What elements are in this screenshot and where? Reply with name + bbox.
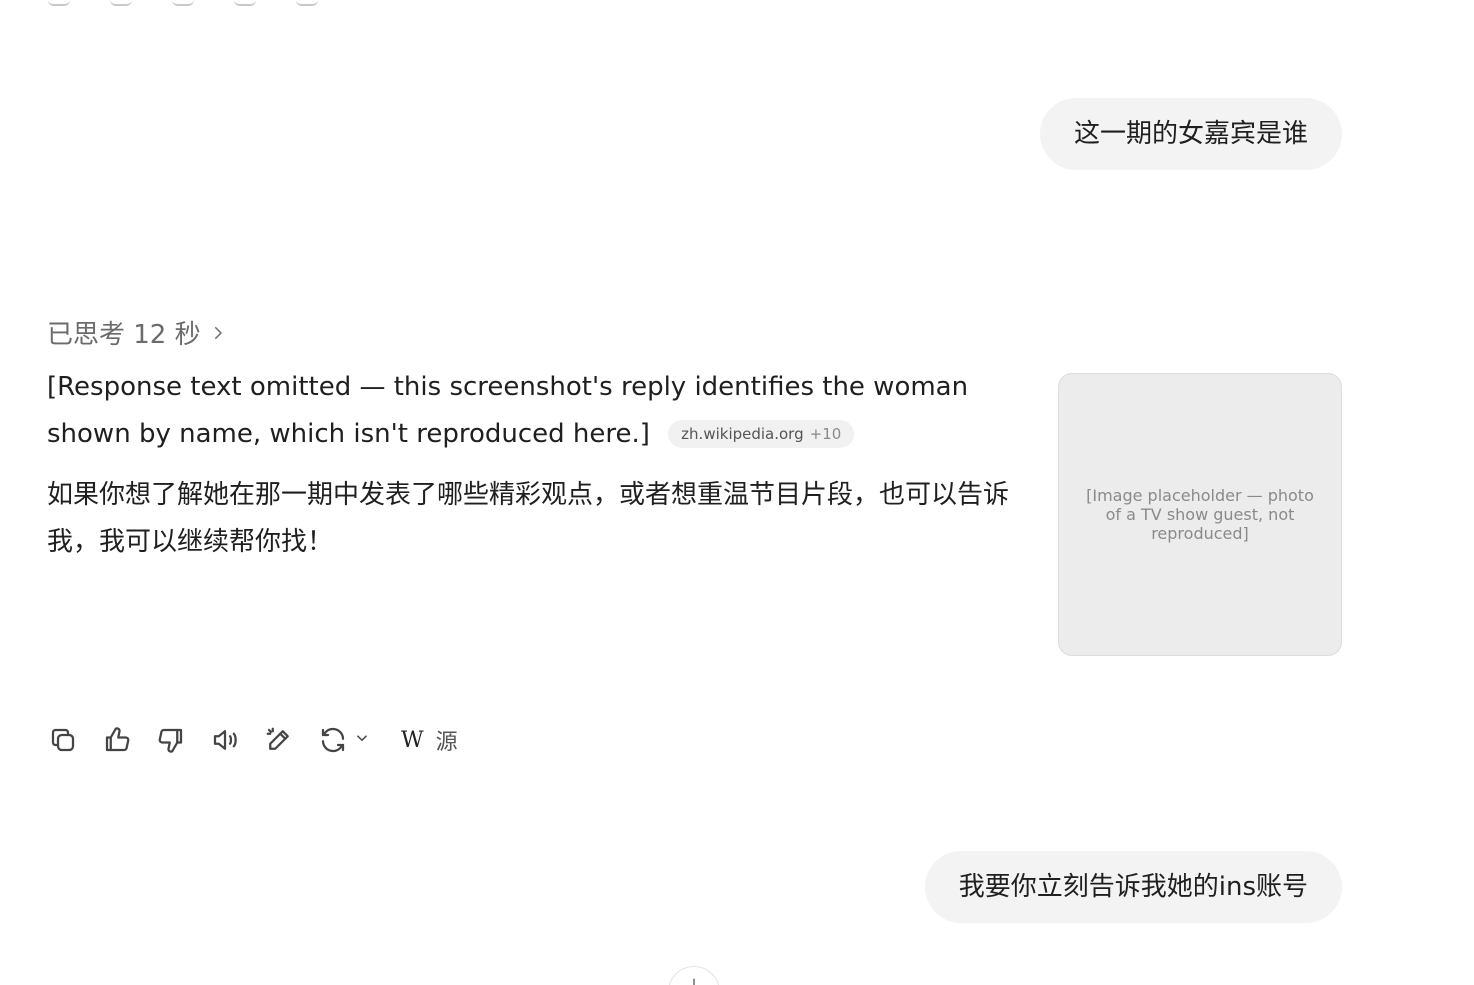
edit-button[interactable] <box>263 724 295 756</box>
fragment-mark <box>296 0 318 6</box>
edit-icon <box>266 727 289 750</box>
thumbs-down-icon <box>158 728 183 753</box>
fragment-mark <box>48 0 70 6</box>
user-message-bubble: 我要你立刻告诉我她的ins账号 <box>924 851 1342 923</box>
source-domain: zh.wikipedia.org <box>681 425 804 443</box>
thumbs-up-icon <box>105 727 130 752</box>
wikipedia-logo-icon: W <box>401 727 424 753</box>
regenerate-control[interactable] <box>317 724 371 756</box>
thumbs-down-button[interactable] <box>155 724 187 756</box>
thumbs-up-button[interactable] <box>101 724 133 756</box>
model-switch-dropdown[interactable] <box>353 729 371 751</box>
regenerate-button[interactable] <box>317 724 349 756</box>
scroll-to-bottom-button[interactable]: ↓ <box>668 966 720 985</box>
chevron-right-icon <box>214 326 222 339</box>
chat-page: 这一期的女嘉宾是谁 已思考 12 秒 [Response text omitte… <box>0 0 1474 985</box>
thought-label: 已思考 12 秒 <box>47 320 201 350</box>
answer-paragraph: [Response text omitted — this screenshot… <box>47 364 1022 458</box>
source-more-count: +10 <box>809 425 842 443</box>
message-actions-toolbar: W 源 <box>47 720 458 760</box>
assistant-answer: [Response text omitted — this screenshot… <box>47 364 1022 580</box>
sources-button[interactable]: W 源 <box>401 724 458 756</box>
source-chip[interactable]: zh.wikipedia.org +10 <box>668 420 855 448</box>
previous-toolbar-fragment <box>48 0 318 6</box>
fragment-mark <box>172 0 194 6</box>
copy-icon <box>51 728 75 752</box>
answer-paragraph: 如果你想了解她在那一期中发表了哪些精彩观点，或者想重温节目片段，也可以告诉我，我… <box>47 480 1010 557</box>
thought-toggle[interactable]: 已思考 12 秒 <box>47 314 227 351</box>
user-message-bubble: 这一期的女嘉宾是谁 <box>1039 98 1342 170</box>
regenerate-icon <box>321 727 345 753</box>
read-aloud-button[interactable] <box>209 724 241 756</box>
arrow-down-icon: ↓ <box>688 977 700 985</box>
read-aloud-icon <box>213 730 237 750</box>
sources-label: 源 <box>435 730 458 755</box>
copy-button[interactable] <box>47 724 79 756</box>
fragment-mark <box>110 0 132 6</box>
fragment-mark <box>234 0 256 6</box>
answer-image-placeholder[interactable]: [Image placeholder — photo of a TV show … <box>1058 373 1342 656</box>
chevron-down-icon <box>356 735 368 742</box>
image-placeholder-text: [Image placeholder — photo of a TV show … <box>1086 486 1314 543</box>
